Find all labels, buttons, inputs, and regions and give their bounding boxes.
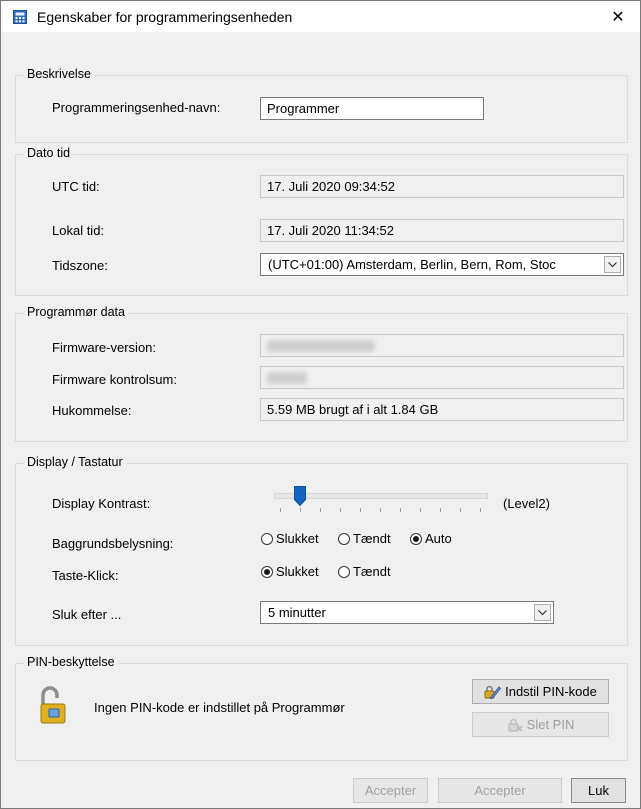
- turn-off-after-label: Sluk efter ...: [52, 607, 122, 622]
- redacted-value: [267, 340, 375, 352]
- memory-label: Hukommelse:: [52, 403, 132, 418]
- slider-track: [274, 493, 488, 499]
- slider-thumb[interactable]: [294, 486, 306, 507]
- local-time-field: 17. Juli 2020 11:34:52: [260, 219, 624, 242]
- slider-tick: [460, 508, 461, 512]
- close-icon[interactable]: ✕: [596, 1, 640, 32]
- firmware-version-field: [260, 334, 624, 357]
- radio-icon[interactable]: [410, 532, 422, 545]
- key-click-label: Taste-Klick:: [52, 568, 119, 583]
- turn-off-after-select[interactable]: 5 minutter: [260, 601, 554, 624]
- slider-tick: [440, 508, 441, 512]
- local-time-label: Lokal tid:: [52, 223, 105, 238]
- accept-button-1[interactable]: Accepter: [353, 778, 428, 803]
- programmer-data-group: Programmør data Firmware-version: Firmwa…: [15, 305, 628, 442]
- chevron-down-icon[interactable]: [604, 256, 621, 273]
- slider-tick: [380, 508, 381, 512]
- radio-icon[interactable]: [338, 565, 350, 578]
- title-bar: Egenskaber for programmeringsenheden ✕: [1, 1, 640, 32]
- lock-remove-icon: [508, 718, 523, 732]
- radio-icon[interactable]: [261, 532, 273, 545]
- radio-icon[interactable]: [338, 532, 350, 545]
- slider-tick: [480, 508, 481, 512]
- radio-icon[interactable]: [261, 565, 273, 578]
- backlight-radio-on[interactable]: Tændt: [338, 531, 391, 546]
- slider-tick: [320, 508, 321, 512]
- backlight-label: Baggrundsbelysning:: [52, 536, 174, 551]
- utc-time-label: UTC tid:: [52, 179, 100, 194]
- contrast-level: (Level2): [503, 496, 550, 511]
- properties-dialog: Egenskaber for programmeringsenheden ✕ B…: [0, 0, 641, 809]
- firmware-version-label: Firmware-version:: [52, 340, 157, 355]
- memory-field: 5.59 MB brugt af i alt 1.84 GB: [260, 398, 624, 421]
- backlight-radio-auto[interactable]: Auto: [410, 531, 452, 546]
- unlocked-padlock-icon: [40, 686, 66, 724]
- slider-tick: [280, 508, 281, 512]
- window-title: Egenskaber for programmeringsenheden: [37, 9, 293, 25]
- dato-tid-group: Dato tid UTC tid: 17. Juli 2020 09:34:52…: [15, 146, 628, 296]
- slider-tick: [360, 508, 361, 512]
- pin-protection-legend: PIN-beskyttelse: [24, 655, 118, 669]
- timezone-select[interactable]: (UTC+01:00) Amsterdam, Berlin, Bern, Rom…: [260, 253, 624, 276]
- pencil-lock-icon: [484, 685, 502, 699]
- firmware-checksum-field: [260, 366, 624, 389]
- key-click-radio-on[interactable]: Tændt: [338, 564, 391, 579]
- chevron-down-icon[interactable]: [534, 604, 551, 621]
- pin-status-text: Ingen PIN-kode er indstillet på Programm…: [94, 700, 345, 715]
- pin-protection-group: PIN-beskyttelse Ingen PIN-kode er indsti…: [15, 655, 628, 761]
- firmware-checksum-label: Firmware kontrolsum:: [52, 372, 177, 387]
- display-keyboard-legend: Display / Tastatur: [24, 455, 126, 469]
- turn-off-after-value: 5 minutter: [268, 605, 326, 620]
- beskrivelse-legend: Beskrivelse: [24, 67, 94, 81]
- slider-tick: [300, 508, 301, 512]
- dato-tid-legend: Dato tid: [24, 146, 74, 160]
- programmer-data-legend: Programmør data: [24, 305, 128, 319]
- slider-tick: [340, 508, 341, 512]
- timezone-value: (UTC+01:00) Amsterdam, Berlin, Bern, Rom…: [268, 257, 556, 272]
- delete-pin-button[interactable]: Slet PIN: [472, 712, 609, 737]
- slider-tick: [400, 508, 401, 512]
- contrast-slider[interactable]: [274, 486, 488, 516]
- set-pin-button[interactable]: Indstil PIN-kode: [472, 679, 609, 704]
- redacted-value: [267, 372, 307, 384]
- accept-button-2[interactable]: Accepter: [438, 778, 562, 803]
- beskrivelse-group: Beskrivelse Programmeringsenhed-navn: Pr…: [15, 67, 628, 143]
- close-button[interactable]: Luk: [571, 778, 626, 803]
- backlight-radio-off[interactable]: Slukket: [261, 531, 319, 546]
- slider-tick: [420, 508, 421, 512]
- device-name-input[interactable]: Programmer: [260, 97, 484, 120]
- utc-time-field: 17. Juli 2020 09:34:52: [260, 175, 624, 198]
- display-keyboard-group: Display / Tastatur Display Kontrast: (Le…: [15, 455, 628, 646]
- contrast-label: Display Kontrast:: [52, 496, 151, 511]
- calculator-icon: [13, 10, 27, 24]
- timezone-label: Tidszone:: [52, 258, 108, 273]
- key-click-radio-off[interactable]: Slukket: [261, 564, 319, 579]
- device-name-label: Programmeringsenhed-navn:: [52, 100, 221, 115]
